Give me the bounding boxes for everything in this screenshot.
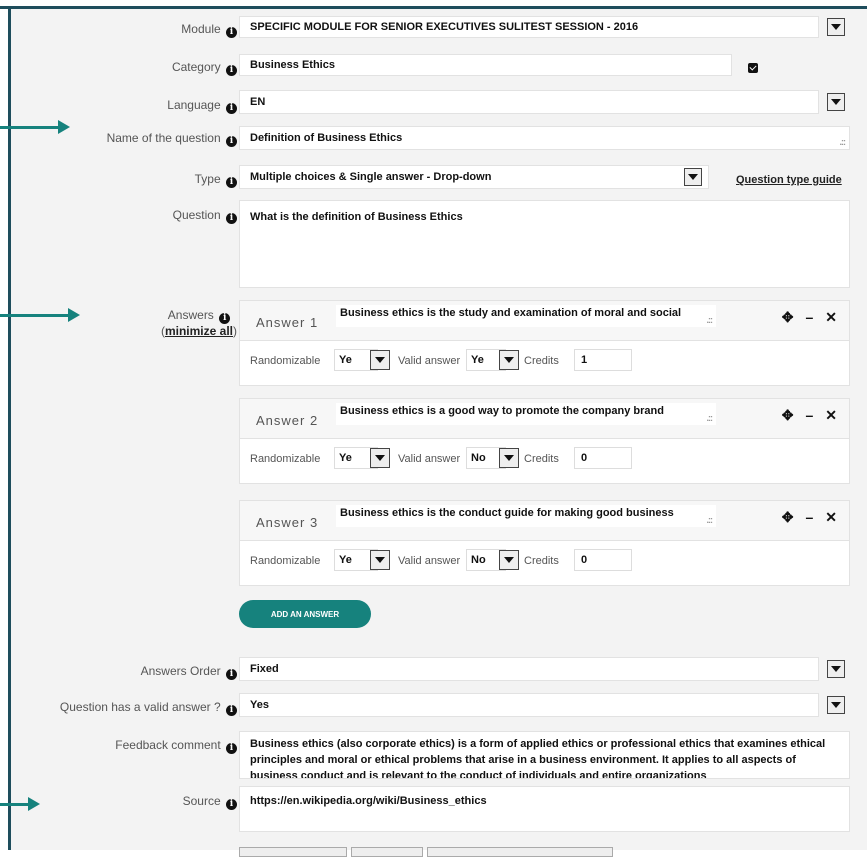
has-valid-answer-label: Question has a valid answer ? i <box>60 700 237 716</box>
move-icon[interactable]: ✥ <box>782 509 794 526</box>
answer-title: Answer 2 <box>256 413 319 428</box>
category-checkbox[interactable] <box>748 63 758 73</box>
type-label: Type i <box>195 172 237 188</box>
source-label: Source i <box>183 794 237 810</box>
answer-text-input[interactable]: Business ethics is a good way to promote… <box>336 403 716 425</box>
randomizable-label: Randomizable <box>250 555 321 567</box>
randomizable-label: Randomizable <box>250 355 321 367</box>
info-icon[interactable]: i <box>226 799 237 810</box>
question-name-input[interactable]: Definition of Business Ethics.:: <box>239 126 850 150</box>
info-icon[interactable]: i <box>226 669 237 680</box>
answers-order-select[interactable]: Fixed <box>239 657 819 681</box>
source-textarea[interactable]: https://en.wikipedia.org/wiki/Business_e… <box>239 786 850 832</box>
chevron-down-icon[interactable] <box>827 660 845 678</box>
chevron-down-icon[interactable] <box>499 350 519 370</box>
module-select[interactable]: SPECIFIC MODULE FOR SENIOR EXECUTIVES SU… <box>239 16 819 38</box>
chevron-down-icon[interactable] <box>827 696 845 714</box>
add-answer-button[interactable]: ADD AN ANSWER <box>239 600 371 628</box>
info-icon[interactable]: i <box>226 177 237 188</box>
type-select[interactable]: Multiple choices & Single answer - Drop-… <box>239 165 709 189</box>
answer-text-input[interactable]: Business ethics is the study and examina… <box>336 305 716 327</box>
valid-answer-label: Valid answer <box>398 355 461 367</box>
credits-label: Credits <box>524 555 559 567</box>
chevron-down-icon[interactable] <box>827 93 845 111</box>
valid-answer-label: Valid answer <box>398 453 461 465</box>
name-label: Name of the question i <box>107 131 237 147</box>
credits-input[interactable]: 1 <box>574 349 632 371</box>
annotation-arrow-source <box>0 797 40 811</box>
feedback-textarea[interactable]: Business ethics (also corporate ethics) … <box>239 731 850 779</box>
answer-card: Answer 3 Business ethics is the conduct … <box>239 500 850 586</box>
chevron-down-icon[interactable] <box>370 448 390 468</box>
chevron-down-icon[interactable] <box>827 18 845 36</box>
close-icon[interactable]: ✕ <box>825 509 837 526</box>
resize-handle-icon[interactable]: .:: <box>707 315 713 325</box>
info-icon[interactable]: i <box>226 213 237 224</box>
chevron-down-icon[interactable] <box>499 550 519 570</box>
credits-input[interactable]: 0 <box>574 447 632 469</box>
language-select[interactable]: EN <box>239 90 819 114</box>
valid-answer-label: Valid answer <box>398 555 461 567</box>
resize-handle-icon[interactable]: .:: <box>707 515 713 525</box>
info-icon[interactable]: i <box>226 103 237 114</box>
category-label: Category i <box>172 60 237 76</box>
chevron-down-icon[interactable] <box>499 448 519 468</box>
question-type-guide-link[interactable]: Question type guide <box>736 174 842 186</box>
question-label: Question i <box>173 208 237 224</box>
minimize-all-link[interactable]: minimize all <box>165 324 233 338</box>
answer-card: Answer 2 Business ethics is a good way t… <box>239 398 850 484</box>
annotation-arrow-answers <box>0 308 80 322</box>
tag-chip[interactable] <box>351 847 423 857</box>
minus-icon[interactable]: – <box>805 509 813 526</box>
language-label: Language i <box>167 98 237 114</box>
move-icon[interactable]: ✥ <box>782 309 794 326</box>
minus-icon[interactable]: – <box>805 407 813 424</box>
resize-handle-icon[interactable]: .:: <box>707 413 713 423</box>
annotation-arrow-name <box>0 120 70 134</box>
close-icon[interactable]: ✕ <box>825 407 837 424</box>
credits-label: Credits <box>524 453 559 465</box>
info-icon[interactable]: i <box>226 743 237 754</box>
category-input[interactable]: Business Ethics <box>239 54 732 76</box>
minus-icon[interactable]: – <box>805 309 813 326</box>
randomizable-label: Randomizable <box>250 453 321 465</box>
module-label: Module i <box>181 22 237 38</box>
answer-title: Answer 3 <box>256 515 319 530</box>
question-textarea[interactable]: What is the definition of Business Ethic… <box>239 200 850 288</box>
move-icon[interactable]: ✥ <box>782 407 794 424</box>
has-valid-answer-select[interactable]: Yes <box>239 693 819 717</box>
feedback-label: Feedback comment i <box>115 738 237 754</box>
answer-title: Answer 1 <box>256 315 319 330</box>
answer-card: Answer 1 Business ethics is the study an… <box>239 300 850 386</box>
tag-chip[interactable] <box>239 847 347 857</box>
tag-chip[interactable] <box>427 847 613 857</box>
answers-order-label: Answers Order i <box>141 664 237 680</box>
close-icon[interactable]: ✕ <box>825 309 837 326</box>
answer-text-input[interactable]: Business ethics is the conduct guide for… <box>336 505 716 527</box>
info-icon[interactable]: i <box>226 705 237 716</box>
chevron-down-icon[interactable] <box>684 168 702 186</box>
resize-handle-icon[interactable]: .:: <box>840 137 846 147</box>
answers-label: Answers i (minimize all) <box>160 308 237 338</box>
chevron-down-icon[interactable] <box>370 350 390 370</box>
credits-label: Credits <box>524 355 559 367</box>
chevron-down-icon[interactable] <box>370 550 390 570</box>
info-icon[interactable]: i <box>219 313 231 324</box>
info-icon[interactable]: i <box>226 27 237 38</box>
credits-input[interactable]: 0 <box>574 549 632 571</box>
info-icon[interactable]: i <box>226 136 237 147</box>
info-icon[interactable]: i <box>226 65 237 76</box>
